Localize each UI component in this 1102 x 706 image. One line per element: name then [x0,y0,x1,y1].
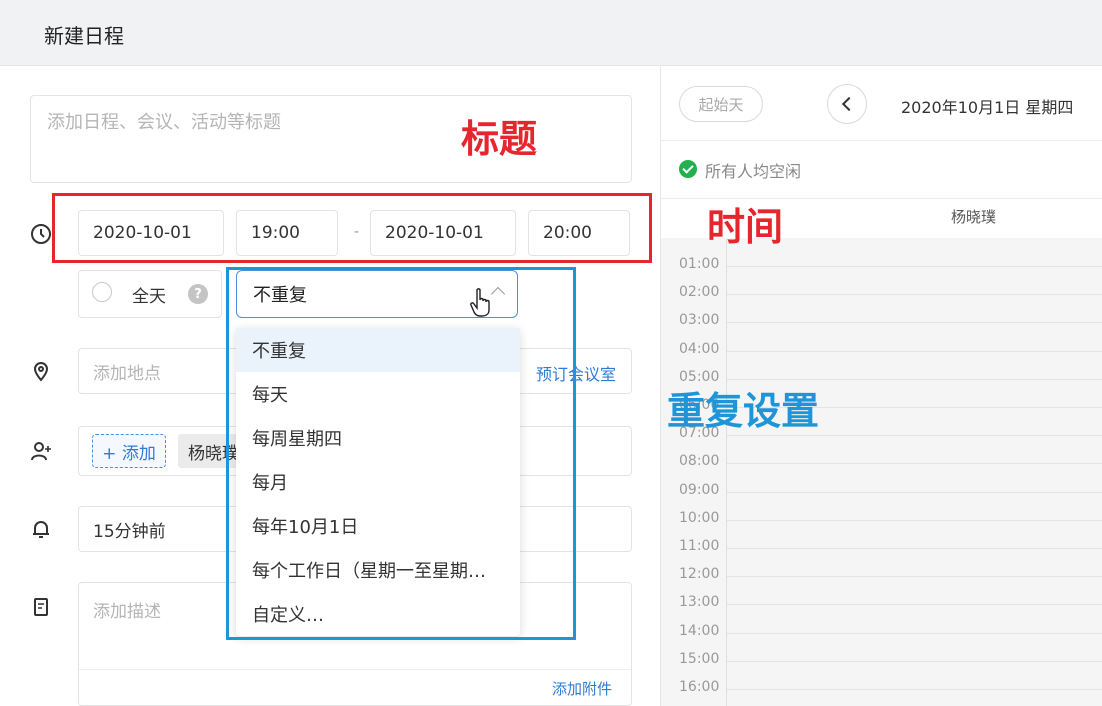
dialog-header: 新建日程 [0,0,1102,66]
hour-grid-line [727,463,1102,465]
hour-grid-line [727,435,1102,437]
hour-label: 16:00 [679,679,720,695]
add-attendee-button[interactable]: + 添加 [92,434,166,468]
divider [661,140,1102,141]
hour-grid-line [727,660,1102,662]
hour-grid-line [727,294,1102,296]
hour-label: 02:00 [679,284,720,301]
event-form: 添加日程、会议、活动等标题 2020-10-01 19:00 - 2020-10… [0,66,660,706]
previous-day-button[interactable] [827,84,867,124]
description-placeholder: 添加描述 [93,602,161,622]
calendar-date: 2020年10月1日 星期四 [901,98,1074,117]
all-day-label: 全天 [132,287,166,307]
clock-icon [30,223,52,245]
hour-label: 03:00 [679,312,720,329]
chevron-left-icon [841,96,857,112]
hour-label: 08:00 [679,453,720,470]
hour-grid-line [727,322,1102,324]
start-day-button[interactable]: 起始天 [679,86,763,122]
repeat-annotation-box [226,267,576,640]
add-attachment-link[interactable]: 添加附件 [552,678,612,699]
hour-grid-line [727,491,1102,493]
all-day-radio[interactable] [92,282,112,302]
description-icon [30,596,52,618]
hour-label: 12:00 [679,566,720,583]
hour-grid-line [727,548,1102,549]
hour-grid-line [727,632,1102,634]
hour-label: 11:00 [679,538,720,554]
hour-grid-line [727,266,1102,267]
hour-grid-line [727,519,1102,521]
add-person-icon [30,440,52,462]
event-title-input[interactable]: 添加日程、会议、活动等标题 [30,95,632,183]
person-column-header: 杨晓璞 [951,208,997,226]
hour-label: 14:00 [679,622,720,639]
hour-grid-line [727,689,1102,690]
hour-grid-line [727,576,1102,578]
hour-label: 01:00 [679,256,720,272]
title-annotation-label: 标题 [461,117,538,161]
hour-label: 10:00 [679,509,720,526]
availability-status: 所有人均空闲 [705,162,802,181]
hour-label: 13:00 [679,594,720,611]
location-pin-icon [30,360,52,382]
timeline-grid[interactable]: 01:00 02:00 03:00 04:00 05:00 06:00 07:00 08:00… [661,238,1102,706]
help-icon[interactable]: ? [188,284,208,304]
time-annotation-label: 时间 [707,205,784,249]
hour-label: 09:00 [679,481,720,498]
hour-column: 01:00 02:00 03:00 04:00 05:00 06:00 07:00 08:00… [661,238,727,706]
hour-label: 04:00 [679,340,720,357]
hour-grid-line [727,604,1102,606]
time-annotation-box [52,193,652,263]
check-circle-icon [679,160,697,178]
bell-icon [30,518,52,540]
dialog-title: 新建日程 [44,24,124,48]
description-divider [79,669,631,670]
repeat-annotation-label: 重复设置 [667,389,820,433]
hour-grid-line [727,350,1102,352]
hour-label: 15:00 [679,650,720,667]
